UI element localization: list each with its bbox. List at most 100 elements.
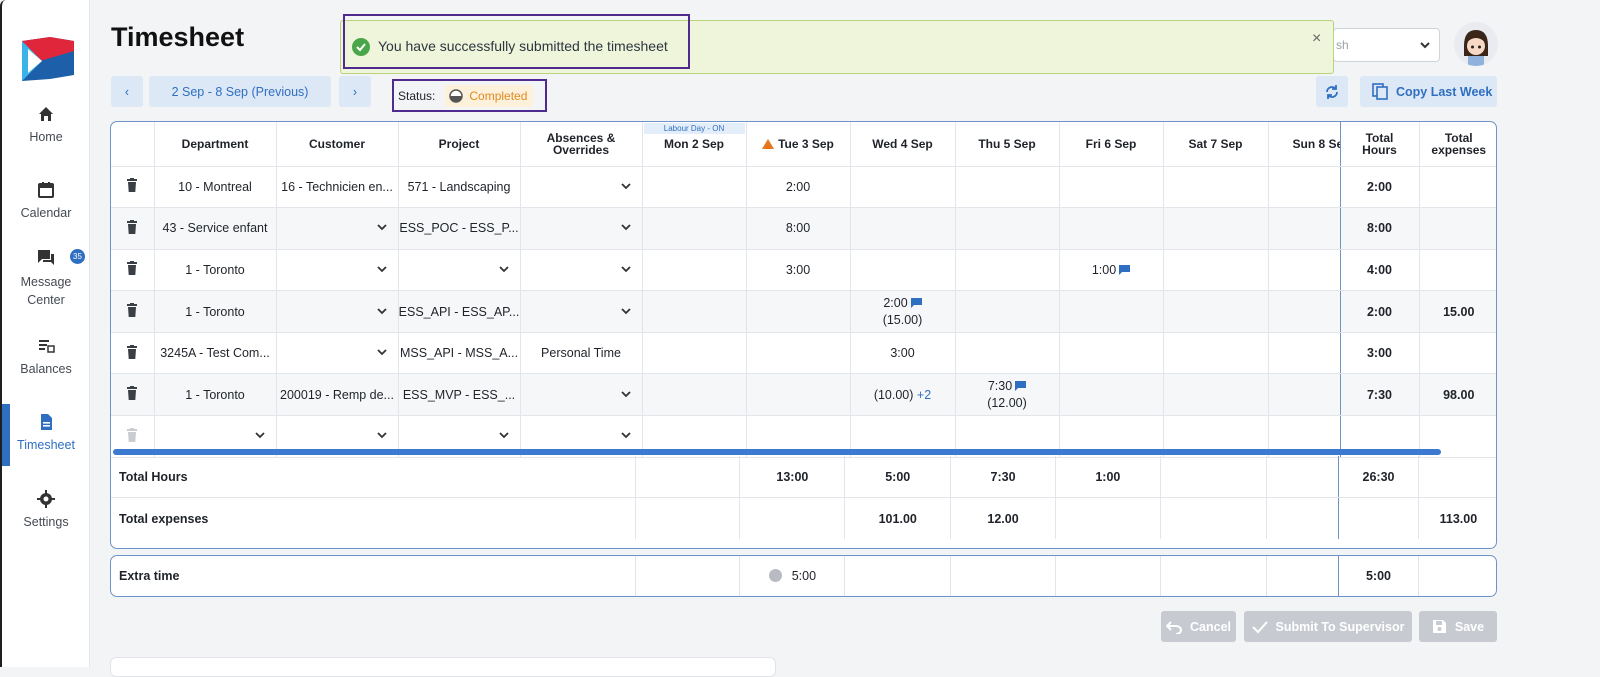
day-cell[interactable] [1268,207,1341,250]
day-cell[interactable] [1163,207,1269,250]
day-cell[interactable] [955,207,1060,250]
absence-cell[interactable] [520,373,643,417]
customer-cell[interactable] [276,290,399,333]
trash-icon[interactable] [126,219,138,234]
absence-cell[interactable] [520,249,643,292]
day-cell[interactable] [1268,249,1341,292]
day-cell[interactable] [1059,332,1164,375]
copy-last-week-label: Copy Last Week [1396,84,1493,99]
day-cell[interactable]: 2:00 [746,166,851,209]
day-cell[interactable] [1163,166,1269,209]
day-cell[interactable] [641,332,747,375]
prev-week-button[interactable]: ‹ [111,76,143,107]
customer-cell[interactable] [276,249,399,292]
sidebar-item-timesheet[interactable]: Timesheet [2,404,90,474]
day-cell[interactable] [641,290,747,333]
day-cell[interactable] [746,332,851,375]
day-cell[interactable] [1268,166,1341,209]
day-cell[interactable] [641,207,747,250]
day-cell[interactable] [1059,207,1164,250]
day-cell[interactable] [850,249,956,292]
trash-icon[interactable] [126,427,138,442]
sidebar-item-home[interactable]: Home [2,104,90,166]
day-cell[interactable] [955,290,1060,333]
customer-cell[interactable]: 200019 - Remp de... [276,373,399,417]
chevron-down-icon [620,304,632,320]
horizontal-scrollbar[interactable] [113,449,1441,455]
project-cell[interactable] [398,249,521,292]
day-cell[interactable] [1163,373,1269,417]
day-cell[interactable] [1268,373,1341,417]
trash-icon[interactable] [126,344,138,359]
extra-time-tue[interactable]: 5:00 [739,556,846,596]
col-fri: Fri 6 Sep [1059,122,1164,167]
absence-cell[interactable]: Personal Time [520,332,643,375]
trash-icon[interactable] [126,303,138,318]
day-cell[interactable] [1059,166,1164,209]
avatar[interactable] [1454,22,1498,66]
day-cell[interactable] [641,249,747,292]
department-cell[interactable]: 1 - Toronto [154,373,277,417]
department-cell[interactable]: 10 - Montreal [154,166,277,209]
day-cell[interactable]: 3:00 [850,332,956,375]
customer-cell[interactable]: 16 - Technicien en... [276,166,399,209]
sidebar-item-settings[interactable]: Settings [2,489,90,551]
chevron-down-icon [376,345,388,361]
col-total-expenses: Total expenses [1419,122,1496,167]
day-cell[interactable]: (10.00) +2 [850,373,956,417]
sidebar-item-calendar[interactable]: Calendar [2,180,90,242]
day-cell[interactable] [1163,249,1269,292]
day-cell[interactable] [746,290,851,333]
day-cell[interactable] [955,332,1060,375]
day-cell[interactable]: 2:00 (15.00) [850,290,956,333]
customer-cell[interactable] [276,332,399,375]
sidebar-item-balances[interactable]: Balances [2,336,90,398]
day-cell[interactable]: 3:00 [746,249,851,292]
department-cell[interactable]: 1 - Toronto [154,290,277,333]
save-button[interactable]: Save [1419,611,1497,642]
toast-close-button[interactable]: × [1312,30,1321,48]
day-cell[interactable] [850,166,956,209]
day-cell[interactable]: 8:00 [746,207,851,250]
refresh-button[interactable] [1316,76,1348,107]
project-cell[interactable]: ESS_API - ESS_AP... [398,290,521,333]
copy-icon [1372,83,1388,100]
day-cell[interactable] [641,373,747,417]
department-cell[interactable]: 43 - Service enfant [154,207,277,250]
day-cell[interactable] [641,166,747,209]
day-cell[interactable] [1059,373,1164,417]
department-cell[interactable]: 1 - Toronto [154,249,277,292]
day-cell[interactable] [1268,332,1341,375]
trash-icon[interactable] [126,261,138,276]
customer-cell[interactable] [276,207,399,250]
day-cell[interactable] [1163,332,1269,375]
project-cell[interactable]: ESS_MVP - ESS_... [398,373,521,417]
day-cell[interactable]: 7:30 (12.00) [955,373,1060,417]
absence-cell[interactable] [520,290,643,333]
week-range-button[interactable]: 2 Sep - 8 Sep (Previous) [149,76,331,107]
day-cell[interactable] [1163,290,1269,333]
copy-last-week-button[interactable]: Copy Last Week [1360,76,1497,107]
trash-icon[interactable] [126,178,138,193]
day-cell[interactable] [1268,290,1341,333]
absence-cell[interactable] [520,207,643,250]
absence-cell[interactable] [520,166,643,209]
project-cell[interactable]: ESS_POC - ESS_P... [398,207,521,250]
next-week-button[interactable]: › [339,76,371,107]
project-cell[interactable]: MSS_API - MSS_A... [398,332,521,375]
day-cell[interactable] [1059,290,1164,333]
language-select[interactable]: sh [1333,28,1440,62]
day-cell[interactable] [746,373,851,417]
chevron-down-icon [620,387,632,403]
trash-icon[interactable] [126,386,138,401]
submit-to-supervisor-button[interactable]: Submit To Supervisor [1244,611,1412,642]
extra-time-tue-value: 5:00 [791,569,817,583]
day-cell[interactable] [850,207,956,250]
project-cell[interactable]: 571 - Landscaping [398,166,521,209]
cancel-button[interactable]: Cancel [1161,611,1236,642]
more-entries-link[interactable]: +2 [917,388,931,402]
day-cell[interactable] [955,249,1060,292]
day-cell[interactable]: 1:00 [1059,249,1164,292]
day-cell[interactable] [955,166,1060,209]
department-cell[interactable]: 3245A - Test Com... [154,332,277,375]
